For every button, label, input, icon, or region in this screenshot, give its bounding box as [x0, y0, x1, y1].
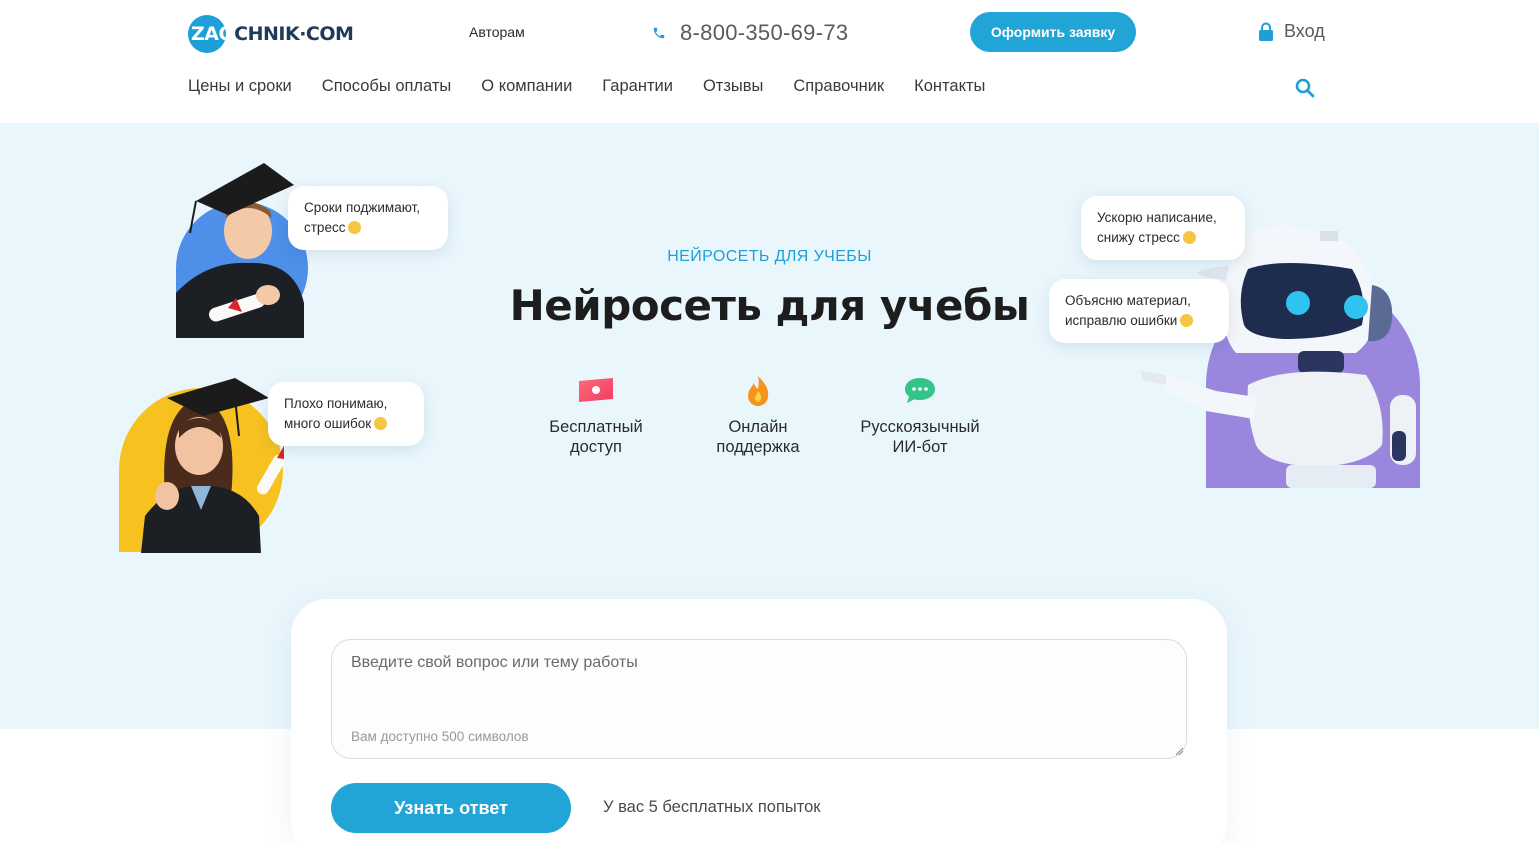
ticket-icon: [579, 378, 613, 402]
logo-text: ZAOCHNIK·COM: [191, 23, 354, 45]
login-button[interactable]: Вход: [1258, 21, 1325, 42]
login-label: Вход: [1284, 21, 1325, 41]
emoji-icon: [1182, 231, 1196, 244]
lock-icon: [1259, 22, 1273, 41]
nav-item-guarantees[interactable]: Гарантии: [602, 77, 673, 96]
flame-icon: [748, 376, 769, 406]
chat-card: Вам доступно 500 символов Узнать ответ У…: [291, 599, 1227, 843]
phone-contact[interactable]: 8-800-350-69-73: [652, 20, 848, 46]
attempts-text: У вас 5 бесплатных попыток: [603, 798, 821, 816]
order-button[interactable]: Оформить заявку: [970, 12, 1136, 52]
emoji-icon: [348, 221, 362, 234]
bubble-student-female: Плохо понимаю, много ошибок: [268, 382, 424, 446]
nav-item-reference[interactable]: Справочник: [793, 77, 884, 96]
bubble-robot-explain: Объясню материал, исправлю ошибки: [1049, 279, 1229, 343]
phone-number: 8-800-350-69-73: [680, 20, 849, 45]
feature-russian-bot: Русскоязычный ИИ-бот: [839, 375, 1001, 457]
features-list: Бесплатный доступ Онлайн поддержка Русск…: [515, 375, 1005, 465]
emoji-icon: [374, 417, 388, 430]
bubble-robot-speed: Ускорю написание, снижу стресс: [1081, 196, 1245, 260]
nav-item-payment[interactable]: Способы оплаты: [322, 77, 452, 96]
bubble-student-male: Сроки поджимают, стресс: [288, 186, 448, 250]
nav-item-prices[interactable]: Цены и сроки: [188, 77, 292, 96]
site-logo[interactable]: ZAOCHNIK·COM: [188, 14, 354, 54]
thumbs-up-icon: [1180, 314, 1194, 327]
authors-link[interactable]: Авторам: [469, 24, 525, 40]
chat-bubble-icon: [905, 378, 935, 403]
main-nav: Цены и сроки Способы оплаты О компании Г…: [188, 77, 1015, 96]
nav-item-reviews[interactable]: Отзывы: [703, 77, 763, 96]
nav-item-contacts[interactable]: Контакты: [914, 77, 985, 96]
resize-handle-icon[interactable]: [1174, 746, 1184, 756]
char-counter: Вам доступно 500 символов: [351, 729, 529, 744]
feature-online-support: Онлайн поддержка: [677, 375, 839, 457]
phone-icon: [653, 27, 665, 39]
feature-label: Русскоязычный ИИ-бот: [860, 418, 980, 456]
question-textarea[interactable]: Вам доступно 500 символов: [331, 639, 1187, 759]
feature-label: Онлайн поддержка: [716, 418, 800, 456]
nav-item-about[interactable]: О компании: [481, 77, 572, 96]
site-header: ZAOCHNIK·COM Авторам 8-800-350-69-73 Офо…: [0, 0, 1539, 123]
student-female-image: [119, 376, 284, 553]
search-icon[interactable]: [1295, 78, 1315, 98]
question-input[interactable]: [351, 654, 1151, 672]
feature-label: Бесплатный доступ: [549, 418, 643, 456]
feature-free-access: Бесплатный доступ: [515, 375, 677, 457]
get-answer-button[interactable]: Узнать ответ: [331, 783, 571, 833]
